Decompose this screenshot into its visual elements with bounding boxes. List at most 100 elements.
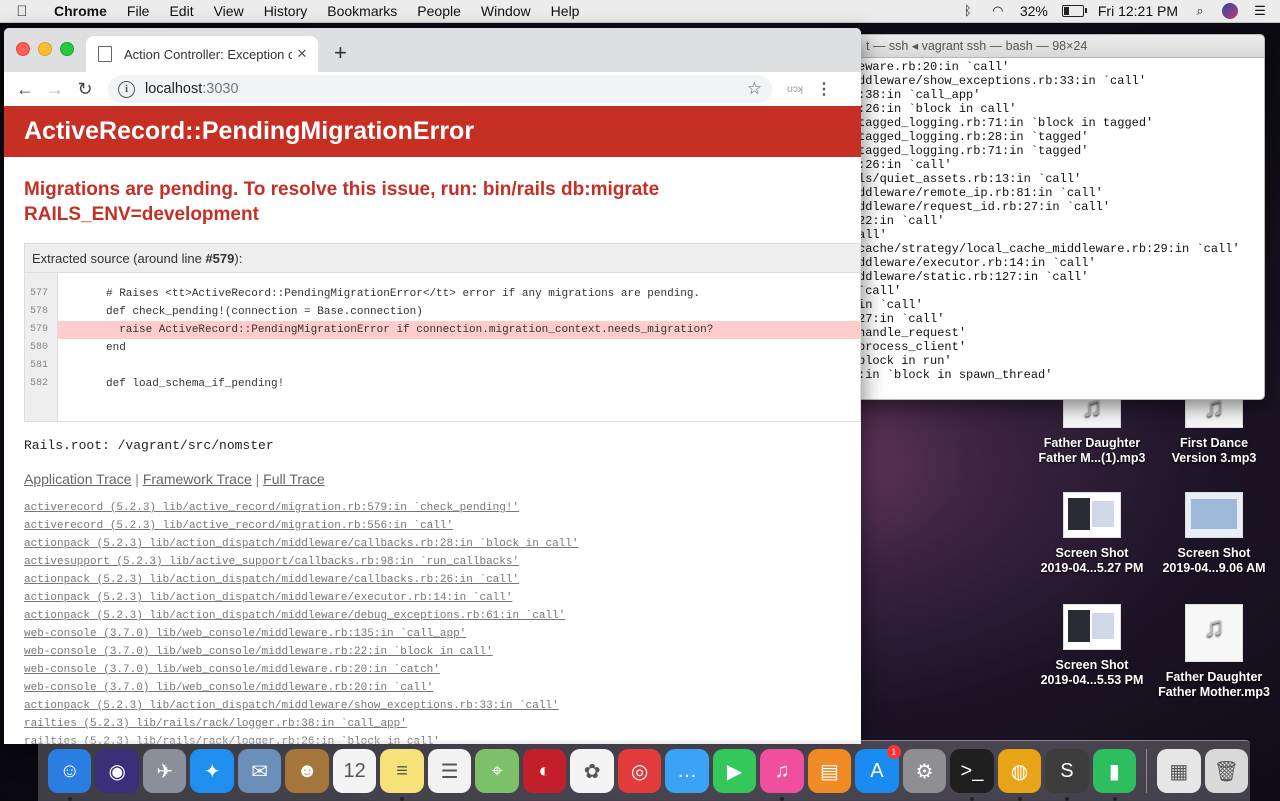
error-title: ActiveRecord::PendingMigrationError	[4, 106, 861, 157]
siri-icon[interactable]: ◉	[95, 749, 139, 793]
calendar-icon[interactable]: 12	[332, 749, 377, 793]
extracted-source: Extracted source (around line #579): 577…	[24, 243, 861, 422]
trace-tab-framework-trace[interactable]: Framework Trace	[143, 471, 252, 487]
terminal-title[interactable]: t — ssh ◂ vagrant ssh — bash — 98×24	[846, 35, 1264, 58]
menu-item-window[interactable]: Window	[471, 0, 541, 22]
extension-icon[interactable]: ʊɔʞ	[778, 84, 812, 95]
trace-entry[interactable]: web-console (3.7.0) lib/web_console/midd…	[24, 661, 861, 679]
facetime-glyph: ▶	[726, 760, 743, 783]
trace-entry[interactable]: activesupport (5.2.3) lib/active_support…	[24, 553, 861, 571]
bluetooth-icon[interactable]: ᛒ	[960, 4, 976, 18]
source-heading-end: ):	[234, 251, 243, 266]
desktop-file[interactable]: Screen Shot 2019-04...9.06 AM	[1149, 492, 1279, 576]
safari-icon[interactable]: ✦	[190, 749, 234, 793]
itunes-icon[interactable]: ♫	[760, 749, 804, 801]
menu-item-edit[interactable]: Edit	[159, 0, 203, 22]
forward-arrow-icon[interactable]: →	[40, 79, 70, 100]
launchpad-icon[interactable]: ✈	[142, 749, 187, 793]
terminal-output[interactable]: eware.rb:20:in `call' ddleware/show_excep…	[846, 58, 1264, 382]
dock: ☺ ◉ ✈ ✦ ✉ ☻ 12 ≡ ☰ ⌖ ◐ ✿ ◎ … ▶ ♫ ▤ A 1 ⚙ >_ ◍ S ▮ ▦ 🗑	[38, 740, 1250, 801]
new-tab-button[interactable]: +	[334, 40, 347, 66]
chrome-icon[interactable]: ◍	[997, 749, 1042, 801]
maps-icon[interactable]: ⌖	[475, 749, 519, 793]
trace-entry[interactable]: web-console (3.7.0) lib/web_console/midd…	[24, 643, 861, 661]
minimize-window-button[interactable]	[38, 42, 52, 56]
contacts-icon[interactable]: ☻	[285, 749, 329, 793]
facetime-icon[interactable]: ▶	[712, 749, 757, 793]
photo-booth-icon[interactable]: ◐	[522, 749, 567, 793]
notes-icon[interactable]: ≡	[380, 749, 424, 801]
menu-item-file[interactable]: File	[117, 0, 160, 22]
zoom-window-button[interactable]	[60, 42, 74, 56]
desktop-file[interactable]: Screen Shot 2019-04...5.53 PM	[1027, 604, 1157, 688]
terminal-line: tagged_logging.rb:28:in `tagged'	[858, 130, 1089, 144]
desktop-file-name: Father Daughter	[1165, 670, 1263, 684]
reload-icon[interactable]: ↻	[70, 79, 100, 100]
site-info-icon[interactable]: i	[118, 80, 135, 98]
trace-entry[interactable]: web-console (3.7.0) lib/web_console/midd…	[24, 679, 861, 697]
mail-icon[interactable]: ✉	[237, 749, 282, 793]
menu-item-view[interactable]: View	[204, 0, 254, 22]
trace-tab-application-trace[interactable]: Application Trace	[24, 471, 131, 487]
notification-center-icon[interactable]: ☰	[1252, 4, 1268, 18]
spotlight-search-icon[interactable]: ⌕	[1192, 4, 1208, 18]
messages-icon[interactable]: …	[665, 749, 709, 793]
trace-entry[interactable]: activerecord (5.2.3) lib/active_record/m…	[24, 517, 861, 535]
apple-menu-icon[interactable]: 	[0, 3, 44, 20]
terminal-line: cache/strategy/local_cache_middleware.rb…	[858, 242, 1240, 256]
rails-root: Rails.root: /vagrant/src/nomster	[24, 438, 274, 453]
chrome-menu-icon[interactable]: ⋮	[812, 79, 836, 99]
trace-entry[interactable]: web-console (3.7.0) lib/web_console/midd…	[24, 625, 861, 643]
running-indicator	[1065, 797, 1070, 801]
bookmark-star-icon[interactable]: ☆	[747, 79, 762, 99]
menubar:  ChromeFileEditViewHistoryBookmarksPeop…	[0, 0, 1280, 23]
menu-item-chrome[interactable]: Chrome	[44, 0, 117, 22]
trace-entry[interactable]: actionpack (5.2.3) lib/action_dispatch/m…	[24, 607, 861, 625]
evernote-glyph: ▮	[1108, 760, 1120, 783]
trace-tab-full-trace[interactable]: Full Trace	[263, 471, 324, 487]
close-window-button[interactable]	[16, 42, 30, 56]
menu-item-history[interactable]: History	[254, 0, 318, 22]
siri-glyph: ◉	[108, 760, 126, 783]
trace-entry[interactable]: actionpack (5.2.3) lib/action_dispatch/m…	[24, 697, 861, 715]
menu-item-help[interactable]: Help	[541, 0, 590, 22]
app-store-icon[interactable]: A1	[855, 745, 901, 793]
trace-entry[interactable]: actionpack (5.2.3) lib/action_dispatch/m…	[24, 535, 861, 553]
tab-active[interactable]: Action Controller: Exception ca ✕	[86, 36, 318, 72]
reminders-icon[interactable]: ☰	[427, 749, 472, 793]
trace-entry[interactable]: railties (5.2.3) lib/rails/rack/logger.r…	[24, 715, 861, 733]
finder-icon[interactable]: ☺	[48, 749, 92, 801]
battery-icon[interactable]	[1061, 5, 1087, 17]
clock[interactable]: Fri 12:21 PM	[1098, 3, 1178, 19]
sublime-icon[interactable]: S	[1045, 749, 1089, 801]
desktop-file[interactable]: ♫ Father Daughter Father Mother.mp3	[1149, 604, 1279, 700]
trace-entry[interactable]: actionpack (5.2.3) lib/action_dispatch/m…	[24, 571, 861, 589]
trash-icon[interactable]: 🗑	[1204, 749, 1249, 793]
desktop-file-name-line2: 2019-04...5.27 PM	[1040, 561, 1144, 575]
trace-entry[interactable]: activerecord (5.2.3) lib/active_record/m…	[24, 499, 861, 517]
close-tab-icon[interactable]: ✕	[292, 46, 312, 62]
browser-window[interactable]: Action Controller: Exception ca ✕ + ← → …	[4, 28, 861, 744]
line-number: 579	[30, 324, 49, 335]
system-preferences-icon[interactable]: ⚙	[902, 749, 947, 793]
ibooks-icon[interactable]: ▤	[807, 749, 852, 793]
terminal-window[interactable]: t — ssh ◂ vagrant ssh — bash — 98×24 ewa…	[845, 34, 1265, 400]
terminal-icon[interactable]: >_	[950, 749, 994, 801]
menu-item-bookmarks[interactable]: Bookmarks	[317, 0, 407, 22]
address-bar[interactable]: i localhost:3030 ☆	[108, 75, 772, 103]
evernote-icon[interactable]: ▮	[1092, 749, 1137, 801]
documents-stack-icon[interactable]: ▦	[1157, 749, 1201, 793]
page-content[interactable]: ActiveRecord::PendingMigrationError Migr…	[4, 106, 861, 744]
back-arrow-icon[interactable]: ←	[10, 79, 40, 100]
wifi-icon[interactable]: ◠	[990, 4, 1006, 18]
terminal-line: tagged_logging.rb:71:in `tagged'	[858, 144, 1089, 158]
menu-item-people[interactable]: People	[407, 0, 471, 22]
siri-icon[interactable]	[1222, 3, 1238, 19]
desktop-file[interactable]: Screen Shot 2019-04...5.27 PM	[1027, 492, 1157, 576]
line-number: 580	[30, 342, 49, 353]
music-player-icon[interactable]: ◎	[617, 749, 662, 793]
battery-percent[interactable]: 32%	[1020, 3, 1048, 19]
photos-icon[interactable]: ✿	[570, 749, 614, 793]
trace-entry[interactable]: actionpack (5.2.3) lib/action_dispatch/m…	[24, 589, 861, 607]
source-heading-label: Extracted source (around line	[32, 251, 206, 266]
